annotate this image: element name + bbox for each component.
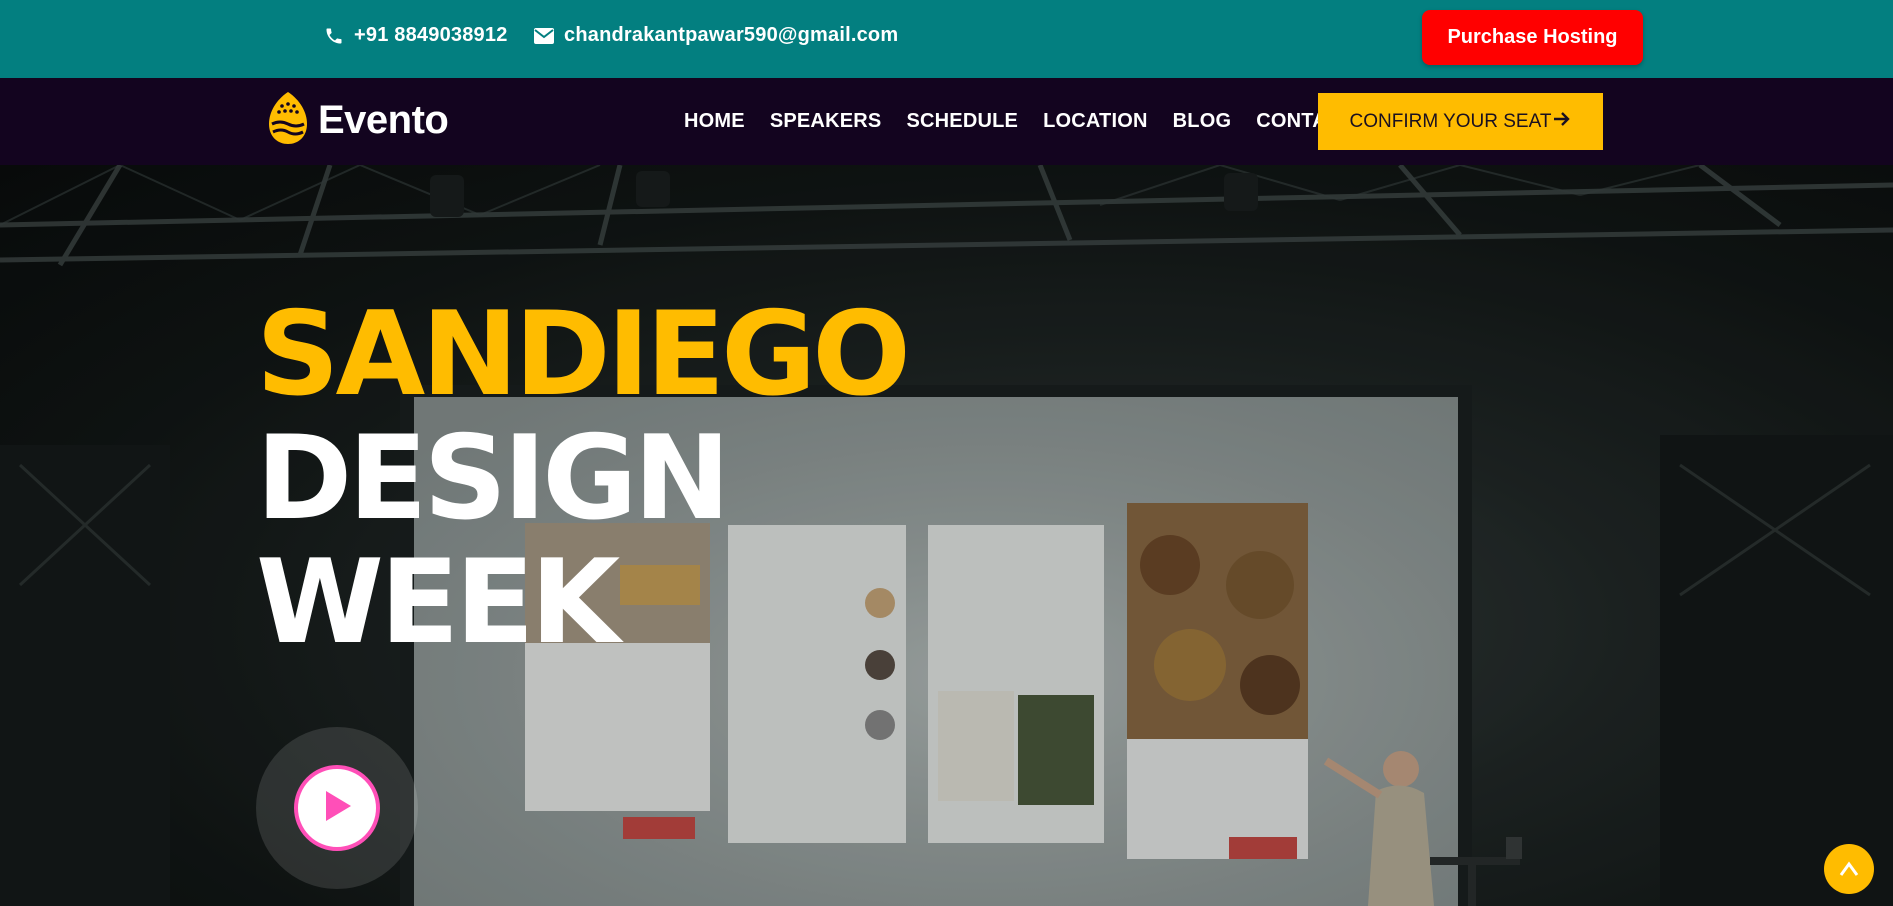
email-address: chandrakantpawar590@gmail.com [564,24,899,46]
logo-icon [266,90,310,151]
logo-text: Evento [318,98,449,142]
top-contact-bar: +91 8849038912 chandrakantpawar590@gmail… [0,0,1893,78]
hero-title-line-3: WEEK [256,535,620,670]
arrow-right-icon [1553,111,1571,133]
phone-icon [324,26,344,46]
nav-location[interactable]: LOCATION [1043,110,1148,133]
chevron-up-icon [1838,854,1860,884]
main-navbar: Evento HOME SPEAKERS SCHEDULE LOCATION B… [0,78,1893,165]
phone-number: +91 8849038912 [354,24,508,46]
nav-links: HOME SPEAKERS SCHEDULE LOCATION BLOG CON… [684,110,1379,133]
hero-title-line-1: SANDIEGO [256,287,911,422]
hero-title: SANDIEGO DESIGN WEEK [256,287,911,670]
hero-section: SANDIEGO DESIGN WEEK [0,165,1893,906]
phone-contact[interactable]: +91 8849038912 [324,24,508,47]
email-contact[interactable]: chandrakantpawar590@gmail.com [534,24,898,47]
play-icon [320,788,354,829]
scroll-to-top-button[interactable] [1824,844,1874,894]
confirm-seat-label: CONFIRM YOUR SEAT [1349,110,1552,132]
logo[interactable]: Evento [266,90,449,151]
purchase-hosting-button[interactable]: Purchase Hosting [1422,10,1643,65]
hero-title-line-2: DESIGN [256,411,731,546]
play-video-halo [256,727,418,889]
nav-schedule[interactable]: SCHEDULE [906,110,1018,133]
nav-speakers[interactable]: SPEAKERS [770,110,882,133]
play-video-button[interactable] [294,765,380,851]
confirm-seat-button[interactable]: CONFIRM YOUR SEAT [1318,93,1603,150]
nav-home[interactable]: HOME [684,110,745,133]
envelope-icon [534,27,554,44]
nav-blog[interactable]: BLOG [1173,110,1232,133]
